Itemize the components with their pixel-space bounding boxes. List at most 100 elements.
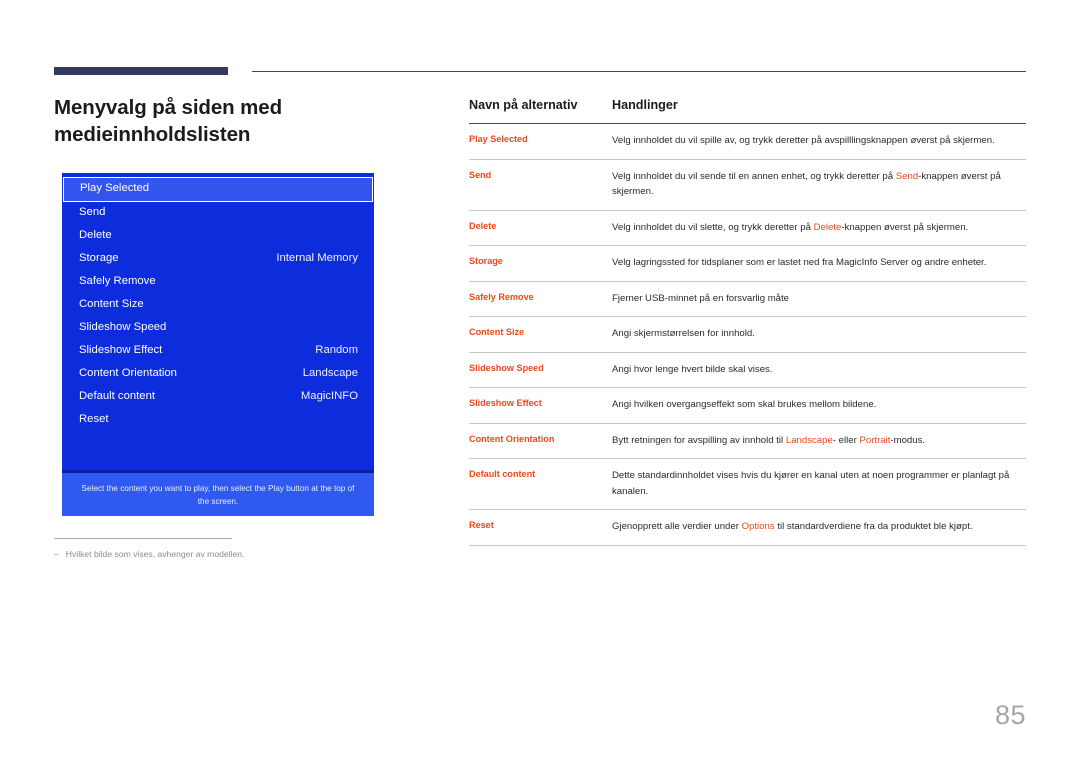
tv-menu-item-value: Internal Memory	[276, 252, 358, 265]
description-text: Dette standardinnholdet vises hvis du kj…	[612, 470, 1010, 497]
table-row: Slideshow Speed Angi hvor lenge hvert bil…	[469, 352, 1026, 389]
tv-menu-item-label: Default content	[79, 390, 155, 403]
tv-menu-item-slideshow-effect[interactable]: Slideshow Effect Random	[62, 340, 374, 363]
option-description-cell: Angi skjermstørrelsen for innhold.	[612, 316, 1026, 353]
description-text: -knappen øverst på skjermen.	[841, 221, 969, 233]
option-description-cell: Fjerner USB-minnet på en forsvarlig måte	[612, 281, 1026, 318]
tv-menu-item-label: Content Orientation	[79, 367, 177, 380]
table-header-row: Navn på alternativ Handlinger	[469, 98, 1026, 124]
option-description-cell: Angi hvilken overgangseffekt som skal br…	[612, 387, 1026, 424]
tv-menu-item-storage[interactable]: Storage Internal Memory	[62, 248, 374, 271]
option-name-cell: Default content	[469, 458, 612, 511]
tv-menu-item-label: Safely Remove	[79, 275, 156, 288]
table-row: Safely Remove Fjerner USB-minnet på en fo…	[469, 281, 1026, 318]
tv-menu-item-value: Random	[315, 344, 358, 357]
table-row: Slideshow Effect Angi hvilken overgangsef…	[469, 387, 1026, 424]
option-name-cell: Slideshow Effect	[469, 387, 612, 424]
table-row: Content Orientation Bytt retningen for av…	[469, 423, 1026, 460]
description-highlight: Delete	[813, 221, 842, 233]
description-text: Angi hvilken overgangseffekt som skal br…	[612, 399, 877, 411]
column-header-option-name: Navn på alternativ	[469, 98, 612, 124]
tv-menu-item-reset[interactable]: Reset	[62, 409, 374, 432]
table-row: Play Selected Velg innholdet du vil spill…	[469, 123, 1026, 160]
option-description-cell: Velg lagringssted for tidsplaner som er …	[612, 245, 1026, 282]
description-text: Bytt retningen for avspilling av innhold…	[612, 434, 786, 446]
tv-menu-item-label: Delete	[79, 229, 112, 242]
tv-menu-item-label: Slideshow Speed	[79, 321, 167, 334]
description-text: Fjerner USB-minnet på en forsvarlig måte	[612, 292, 790, 304]
options-table-wrapper: Navn på alternativ Handlinger Play Selec…	[469, 98, 1026, 546]
column-header-actions: Handlinger	[612, 98, 1026, 124]
description-text: til standardverdiene fra da produktet bl…	[774, 521, 973, 533]
option-name-cell: Delete	[469, 210, 612, 247]
description-text: Velg innholdet du vil slette, og trykk d…	[612, 221, 814, 233]
tv-menu-item-label: Content Size	[79, 298, 144, 311]
option-description-cell: Velg innholdet du vil sende til en annen…	[612, 159, 1026, 211]
footnote-text: Hvilket bilde som vises, avhenger av mod…	[65, 548, 245, 559]
header-rule-thin-segment	[252, 71, 1026, 73]
option-name-cell: Storage	[469, 245, 612, 282]
tv-menu-item-label: Send	[79, 206, 106, 219]
tv-menu-item-label: Reset	[79, 413, 109, 426]
tv-menu-item-label: Storage	[79, 252, 119, 265]
tv-menu-item-safely-remove[interactable]: Safely Remove	[62, 271, 374, 294]
tv-menu-item-default-content[interactable]: Default content MagicINFO	[62, 386, 374, 409]
option-name-cell: Safely Remove	[469, 281, 612, 318]
page-number: 85	[994, 700, 1026, 730]
table-row: Default content Dette standardinnholdet v…	[469, 458, 1026, 511]
tv-menu-panel: Play Selected Send Delete Storage Internal M…	[62, 172, 374, 516]
tv-menu-list: Play Selected Send Delete Storage Internal M…	[62, 173, 374, 432]
tv-menu-item-label: Play Selected	[80, 182, 150, 195]
description-text: -modus.	[890, 434, 926, 446]
table-row: Delete Velg innholdet du vil slette, og t…	[469, 210, 1026, 247]
table-row: Content Size Angi skjermstørrelsen for in…	[469, 316, 1026, 353]
option-description-cell: Angi hvor lenge hvert bilde skal vises.	[612, 352, 1026, 389]
left-column: Menyvalg på siden med medieinnholdsliste…	[54, 94, 394, 560]
tv-menu-item-value: Landscape	[302, 367, 358, 380]
option-name-cell: Reset	[469, 509, 612, 546]
options-table-head: Navn på alternativ Handlinger	[469, 98, 1026, 124]
tv-menu-item-send[interactable]: Send	[62, 202, 374, 225]
description-text: Gjenopprett alle verdier under	[612, 521, 742, 533]
footnote-dash-icon: ‒	[54, 548, 59, 559]
description-highlight: Portrait	[859, 434, 891, 446]
description-text: Angi hvor lenge hvert bilde skal vises.	[612, 363, 773, 375]
option-description-cell: Velg innholdet du vil slette, og trykk d…	[612, 210, 1026, 247]
option-description-cell: Gjenopprett alle verdier under Options t…	[612, 509, 1026, 546]
tv-menu-item-content-size[interactable]: Content Size	[62, 294, 374, 317]
description-text: Velg lagringssted for tidsplaner som er …	[612, 257, 987, 269]
tv-menu-item-value: MagicINFO	[300, 390, 358, 403]
option-name-cell: Content Orientation	[469, 423, 612, 460]
footnote-block: ‒ Hvilket bilde som vises, avhenger av m…	[54, 537, 286, 560]
option-name-cell: Slideshow Speed	[469, 352, 612, 389]
description-text: Velg innholdet du vil spille av, og tryk…	[612, 135, 995, 146]
option-description-cell: Bytt retningen for avspilling av innhold…	[612, 423, 1026, 460]
tv-menu-item-label: Slideshow Effect	[79, 344, 163, 357]
tv-menu-item-play-selected[interactable]: Play Selected	[63, 176, 373, 202]
description-highlight: Options	[741, 521, 775, 533]
footnote-rule	[54, 537, 232, 539]
description-text: - eller	[832, 434, 860, 446]
header-rule-thick-segment	[54, 67, 228, 75]
option-description-cell: Velg innholdet du vil spille av, og tryk…	[612, 123, 1026, 160]
tv-menu-hint-text: Select the content you want to play, the…	[62, 469, 374, 516]
option-name-cell: Content Size	[469, 316, 612, 353]
description-text: Angi skjermstørrelsen for innhold.	[612, 328, 755, 340]
description-highlight: Send	[895, 170, 919, 182]
option-name-cell: Send	[469, 159, 612, 211]
description-text: Velg innholdet du vil sende til en annen…	[612, 170, 896, 182]
table-row: Storage Velg lagringssted for tidsplaner …	[469, 245, 1026, 282]
options-table-body: Play Selected Velg innholdet du vil spill…	[469, 123, 1026, 546]
option-name-cell: Play Selected	[469, 123, 612, 160]
footnote: ‒ Hvilket bilde som vises, avhenger av m…	[54, 548, 286, 560]
table-row: Send Velg innholdet du vil sende til en a…	[469, 159, 1026, 211]
options-table: Navn på alternativ Handlinger Play Selec…	[469, 98, 1026, 546]
description-highlight: Landscape	[785, 434, 833, 446]
table-row: Reset Gjenopprett alle verdier under Opti…	[469, 509, 1026, 546]
tv-menu-item-delete[interactable]: Delete	[62, 225, 374, 248]
tv-menu-item-content-orientation[interactable]: Content Orientation Landscape	[62, 363, 374, 386]
tv-menu-item-slideshow-speed[interactable]: Slideshow Speed	[62, 317, 374, 340]
page-title: Menyvalg på siden med medieinnholdsliste…	[54, 96, 283, 147]
header-rule	[54, 67, 1026, 77]
option-description-cell: Dette standardinnholdet vises hvis du kj…	[612, 458, 1026, 511]
